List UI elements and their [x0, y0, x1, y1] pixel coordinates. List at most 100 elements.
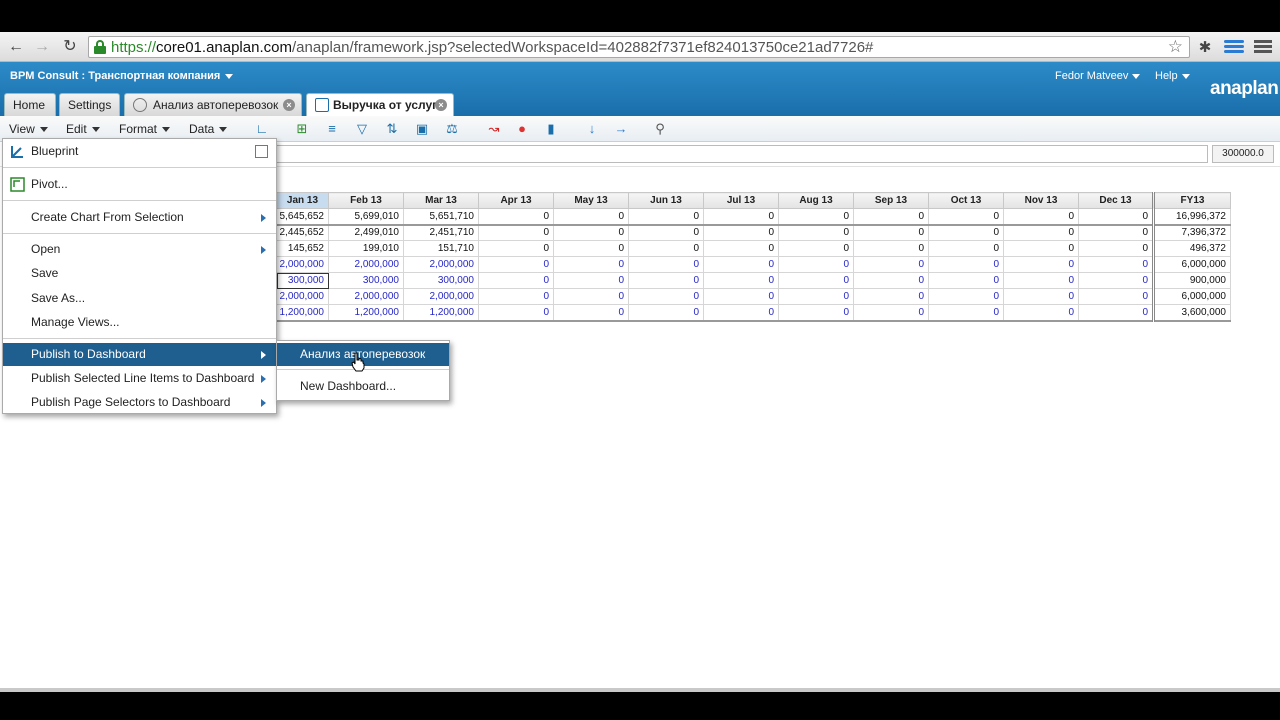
grid-cell[interactable]: 0	[1078, 256, 1154, 273]
balance-icon[interactable]: ⚖	[444, 121, 460, 137]
grid-cell[interactable]: 199,010	[328, 240, 404, 257]
grid-cell[interactable]: 0	[703, 240, 779, 257]
grid-cell[interactable]: 1,200,000	[403, 304, 479, 322]
grid-cell[interactable]: 0	[628, 256, 704, 273]
column-header[interactable]: FY13	[1152, 192, 1231, 209]
column-header[interactable]: Sep 13	[853, 192, 929, 209]
grid-cell[interactable]: 0	[1078, 224, 1154, 241]
grid-cell[interactable]: 0	[553, 208, 629, 226]
grid-cell[interactable]: 0	[703, 304, 779, 322]
grid-cell[interactable]: 151,710	[403, 240, 479, 257]
menu-item-save-as[interactable]: Save As...	[3, 287, 276, 310]
grid-cell[interactable]: 2,499,010	[328, 224, 404, 241]
grid-cell[interactable]: 0	[1078, 304, 1154, 322]
grid-cell[interactable]: 0	[928, 240, 1004, 257]
format-menu[interactable]: Format	[119, 122, 171, 136]
grid-cell[interactable]: 0	[628, 224, 704, 241]
view-menu[interactable]: View	[9, 122, 48, 136]
column-header[interactable]: Mar 13	[403, 192, 479, 209]
grid-cell[interactable]: 145,652	[276, 240, 329, 257]
extension-layers-icon[interactable]	[1224, 38, 1244, 56]
line-chart-icon[interactable]: ↝	[486, 121, 502, 137]
grid-cell[interactable]: 0	[778, 240, 854, 257]
grid-cell[interactable]: 0	[703, 224, 779, 241]
menu-item-pivot[interactable]: Pivot...	[3, 173, 276, 196]
grid-cell[interactable]: 0	[928, 256, 1004, 273]
pivot-icon[interactable]: ⊞	[294, 121, 310, 137]
tab-home[interactable]: Home	[4, 93, 56, 116]
grid-cell[interactable]: 0	[778, 256, 854, 273]
grid-cell[interactable]: 0	[628, 288, 704, 305]
filter-icon[interactable]: ▽	[354, 121, 370, 137]
grid-cell[interactable]: 6,000,000	[1152, 256, 1231, 273]
close-icon[interactable]: ×	[283, 99, 295, 111]
column-header[interactable]: Apr 13	[478, 192, 554, 209]
grid-cell[interactable]: 2,000,000	[403, 256, 479, 273]
grid-cell[interactable]: 0	[1078, 272, 1154, 289]
bookmark-star-icon[interactable]: ☆	[1168, 37, 1183, 57]
back-arrow-icon[interactable]: ←	[6, 37, 26, 57]
grid-cell[interactable]: 5,651,710	[403, 208, 479, 226]
grid-cell[interactable]: 2,451,710	[403, 224, 479, 241]
data-menu[interactable]: Data	[189, 122, 228, 136]
grid-cell[interactable]: 300,000	[328, 272, 404, 289]
grid-cell[interactable]: 5,699,010	[328, 208, 404, 226]
browser-menu-icon[interactable]	[1254, 38, 1272, 56]
grid-cell[interactable]: 0	[478, 256, 554, 273]
column-header[interactable]: Feb 13	[328, 192, 404, 209]
grid-cell[interactable]: 0	[553, 304, 629, 322]
user-menu[interactable]: Fedor Matveev	[1055, 70, 1141, 82]
menu-item-publish-page-selectors[interactable]: Publish Page Selectors to Dashboard	[3, 391, 276, 414]
column-header[interactable]: Aug 13	[778, 192, 854, 209]
grid-cell[interactable]: 0	[553, 256, 629, 273]
grid-cell[interactable]: 0	[628, 304, 704, 322]
grid-cell[interactable]: 0	[928, 272, 1004, 289]
cell-value-field[interactable]: 300000.0	[1212, 145, 1274, 163]
grid-cell[interactable]: 16,996,372	[1152, 208, 1231, 226]
grid-cell[interactable]: 0	[778, 272, 854, 289]
grid-cell[interactable]: 0	[628, 240, 704, 257]
help-menu[interactable]: Help	[1155, 70, 1190, 82]
close-icon[interactable]: ×	[435, 99, 447, 111]
grid-cell[interactable]: 0	[703, 288, 779, 305]
menu-item-open[interactable]: Open	[3, 238, 276, 261]
edit-menu[interactable]: Edit	[66, 122, 100, 136]
grid-cell[interactable]: 7,396,372	[1152, 224, 1231, 241]
grid-cell[interactable]: 0	[928, 304, 1004, 322]
grid-cell[interactable]: 0	[703, 272, 779, 289]
grid-cell[interactable]: 0	[1078, 288, 1154, 305]
search-icon[interactable]: ⚲	[652, 121, 668, 137]
grid-cell[interactable]: 300,000	[403, 272, 479, 289]
tab-analysis[interactable]: Анализ автоперевозок ×	[124, 93, 302, 116]
menu-item-blueprint[interactable]: Blueprint	[3, 140, 276, 163]
grid-cell[interactable]: 0	[853, 208, 929, 226]
workspace-selector[interactable]: BPM Consult : Транспортная компания	[10, 70, 234, 82]
grid-cell[interactable]: 496,372	[1152, 240, 1231, 257]
grid-cell[interactable]: 0	[853, 272, 929, 289]
formula-bar[interactable]	[276, 145, 1208, 163]
grid-cell[interactable]: 0	[478, 224, 554, 241]
grid-cell[interactable]: 0	[553, 224, 629, 241]
grid-cell[interactable]: 0	[1003, 256, 1079, 273]
pie-chart-icon[interactable]: ●	[514, 121, 530, 137]
grid-cell[interactable]: 2,000,000	[328, 288, 404, 305]
grid-cell[interactable]: 0	[1003, 304, 1079, 322]
grid-cell[interactable]: 0	[628, 208, 704, 226]
sort-order-icon[interactable]: ⇅	[384, 121, 400, 137]
grid-cell[interactable]: 2,445,652	[276, 224, 329, 241]
column-header[interactable]: Dec 13	[1078, 192, 1154, 209]
menu-item-publish-dashboard[interactable]: Publish to Dashboard	[3, 343, 276, 366]
grid-cell[interactable]: 900,000	[1152, 272, 1231, 289]
grid-cell[interactable]: 0	[853, 256, 929, 273]
grid-cell[interactable]: 0	[553, 272, 629, 289]
grid-cell[interactable]: 0	[853, 224, 929, 241]
grid-cell[interactable]: 0	[778, 304, 854, 322]
submenu-item-new-dashboard[interactable]: New Dashboard...	[277, 375, 449, 398]
grid-cell[interactable]: 0	[778, 288, 854, 305]
grid-cell[interactable]: 0	[778, 224, 854, 241]
grid-cell[interactable]: 0	[928, 224, 1004, 241]
column-header[interactable]: Jul 13	[703, 192, 779, 209]
grid-cell[interactable]: 0	[553, 288, 629, 305]
column-header[interactable]: Nov 13	[1003, 192, 1079, 209]
grid-cell[interactable]: 0	[1003, 272, 1079, 289]
